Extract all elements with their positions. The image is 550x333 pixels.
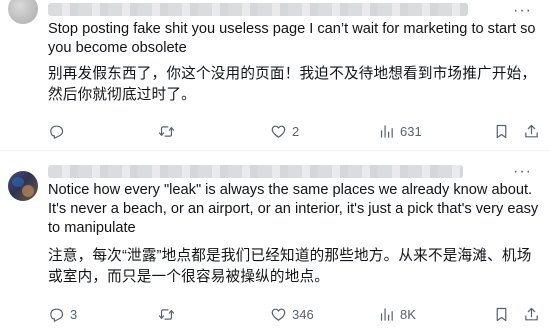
reply-button[interactable]: 3 <box>48 304 77 324</box>
heart-icon <box>271 125 286 138</box>
post-text-chinese: 注意，每次“泄露”地点都是我们已经知道的那些地方。从来不是海滩、机场或室内，而只… <box>48 248 532 285</box>
view-count: 8K <box>400 306 416 322</box>
more-icon[interactable]: ··· <box>513 3 532 19</box>
view-count: 631 <box>400 123 422 139</box>
retweet-button[interactable] <box>158 304 180 324</box>
reply-button[interactable] <box>48 121 70 141</box>
views-icon <box>380 307 393 321</box>
share-button[interactable] <box>523 304 540 324</box>
bookmark-icon <box>496 124 507 138</box>
action-bar: 3 346 8K <box>48 304 538 324</box>
like-button[interactable]: 346 <box>270 304 314 324</box>
heart-icon <box>271 308 286 321</box>
post-2[interactable]: ··· Notice how every "leak" is always th… <box>0 151 550 333</box>
post-text-english: Notice how every "leak" is always the sa… <box>48 182 539 236</box>
bookmark-button[interactable] <box>493 304 510 324</box>
views-icon <box>380 124 393 138</box>
avatar[interactable] <box>8 171 38 201</box>
like-button[interactable]: 2 <box>270 121 299 141</box>
blurred-user-name <box>48 165 463 178</box>
bookmark-button[interactable] <box>493 121 510 141</box>
avatar[interactable] <box>8 0 38 24</box>
share-icon <box>525 124 538 137</box>
post-text-chinese: 别再发假东西了，你这个没用的页面！我迫不及待地想看到市场推广开始，然后你就彻底过… <box>48 66 537 103</box>
share-icon <box>525 307 538 320</box>
bookmark-icon <box>496 307 507 321</box>
reply-count: 3 <box>70 306 78 322</box>
post-1[interactable]: ··· Stop posting fake shit you useless p… <box>0 0 550 150</box>
share-button[interactable] <box>523 121 540 141</box>
reply-icon <box>50 125 64 139</box>
views-button[interactable]: 631 <box>378 121 422 141</box>
retweet-icon <box>158 308 175 320</box>
retweet-icon <box>158 125 175 137</box>
like-count: 2 <box>292 123 300 139</box>
views-button[interactable]: 8K <box>378 304 416 324</box>
retweet-button[interactable] <box>158 121 180 141</box>
action-bar: 2 631 <box>48 121 538 141</box>
blurred-user-name <box>48 3 468 16</box>
reply-icon <box>50 308 64 322</box>
more-icon[interactable]: ··· <box>513 164 532 180</box>
post-text-english: Stop posting fake shit you useless page … <box>48 21 536 56</box>
like-count: 346 <box>292 306 314 322</box>
